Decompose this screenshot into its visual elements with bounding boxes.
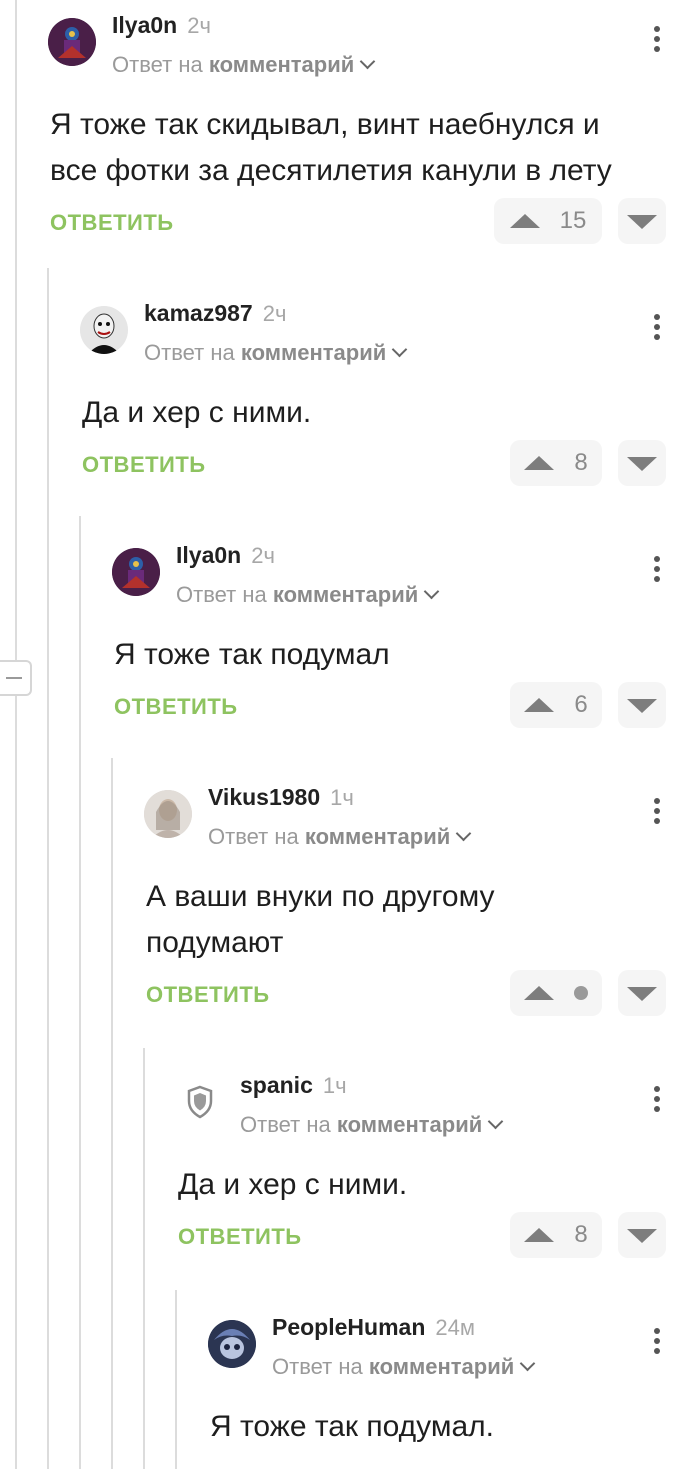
triangle-up-icon xyxy=(524,986,554,1000)
comment-text: Я тоже так подумал. xyxy=(210,1410,494,1443)
upvote-button[interactable]: 8 xyxy=(510,440,602,486)
comment-text: Я тоже так скидывал, винт наебнулся и вс… xyxy=(50,108,612,187)
reply-button[interactable]: ОТВЕТИТЬ xyxy=(82,452,206,478)
vote-count: 6 xyxy=(574,691,588,718)
reply-to-link[interactable]: Ответ на комментарий xyxy=(176,582,440,608)
vote-count: 15 xyxy=(559,207,587,234)
chevron-down-icon xyxy=(488,1113,504,1130)
chevron-down-icon xyxy=(456,825,472,842)
chevron-down-icon xyxy=(392,341,408,358)
comment-text: Да и хер с ними. xyxy=(82,396,312,429)
triangle-down-icon xyxy=(627,457,657,471)
reply-to-link[interactable]: Ответ на комментарий xyxy=(112,52,376,78)
thread-line xyxy=(175,1290,177,1469)
thread-line xyxy=(111,758,113,1469)
minus-icon xyxy=(6,677,22,679)
username[interactable]: kamaz987 2ч xyxy=(144,300,286,327)
comment-text: Я тоже так подумал xyxy=(114,638,390,671)
hidden-rating-dot xyxy=(574,986,588,1000)
avatar[interactable] xyxy=(112,548,160,596)
timestamp: 24м xyxy=(435,1315,475,1340)
reply-button[interactable]: ОТВЕТИТЬ xyxy=(178,1224,302,1250)
downvote-button[interactable] xyxy=(618,1212,666,1258)
username[interactable]: Ilya0n 2ч xyxy=(176,542,275,569)
more-options-icon[interactable] xyxy=(654,556,660,586)
reply-button[interactable]: ОТВЕТИТЬ xyxy=(146,982,270,1008)
avatar[interactable] xyxy=(48,18,96,66)
more-options-icon[interactable] xyxy=(654,26,660,56)
chevron-down-icon xyxy=(520,1355,536,1372)
more-options-icon[interactable] xyxy=(654,798,660,828)
upvote-button[interactable]: 8 xyxy=(510,1212,602,1258)
thread-line xyxy=(15,0,17,1469)
avatar[interactable] xyxy=(208,1320,256,1368)
avatar[interactable] xyxy=(144,790,192,838)
triangle-up-icon xyxy=(524,698,555,712)
avatar[interactable] xyxy=(176,1078,224,1126)
reply-button[interactable]: ОТВЕТИТЬ xyxy=(114,694,238,720)
reply-to-link[interactable]: Ответ на комментарий xyxy=(144,340,408,366)
triangle-up-icon xyxy=(524,456,555,470)
comment-text: Да и хер с ними. xyxy=(178,1168,408,1201)
triangle-up-icon xyxy=(524,1228,555,1242)
upvote-button[interactable] xyxy=(510,970,602,1016)
downvote-button[interactable] xyxy=(618,198,666,244)
chevron-down-icon xyxy=(360,53,376,70)
thread-line xyxy=(143,1048,145,1469)
thread-line xyxy=(79,516,81,1469)
avatar[interactable] xyxy=(80,306,128,354)
upvote-button[interactable]: 15 xyxy=(494,198,602,244)
collapse-thread-button[interactable] xyxy=(0,660,32,696)
timestamp: 2ч xyxy=(262,301,287,326)
reply-to-link[interactable]: Ответ на комментарий xyxy=(240,1112,504,1138)
reply-to-link[interactable]: Ответ на комментарий xyxy=(208,824,472,850)
triangle-down-icon xyxy=(627,987,657,1001)
timestamp: 2ч xyxy=(187,13,211,38)
downvote-button[interactable] xyxy=(618,970,666,1016)
timestamp: 1ч xyxy=(330,785,354,810)
vote-count: 8 xyxy=(574,1221,588,1248)
thread-line xyxy=(47,268,49,1469)
timestamp: 1ч xyxy=(322,1073,347,1098)
more-options-icon[interactable] xyxy=(654,314,660,344)
triangle-down-icon xyxy=(627,215,657,229)
reply-button[interactable]: ОТВЕТИТЬ xyxy=(50,210,174,236)
downvote-button[interactable] xyxy=(618,440,666,486)
upvote-button[interactable]: 6 xyxy=(510,682,602,728)
timestamp: 2ч xyxy=(251,543,275,568)
more-options-icon[interactable] xyxy=(654,1328,660,1358)
reply-to-link[interactable]: Ответ на комментарий xyxy=(272,1354,536,1380)
downvote-button[interactable] xyxy=(618,682,666,728)
username[interactable]: Ilya0n 2ч xyxy=(112,12,211,39)
triangle-up-icon xyxy=(509,214,540,228)
username[interactable]: spanic 1ч xyxy=(240,1072,347,1099)
chevron-down-icon xyxy=(424,583,440,600)
shield-icon xyxy=(187,1085,213,1119)
triangle-down-icon xyxy=(627,1229,657,1243)
vote-count: 8 xyxy=(574,449,588,476)
more-options-icon[interactable] xyxy=(654,1086,660,1116)
username[interactable]: Vikus1980 1ч xyxy=(208,784,354,811)
username[interactable]: PeopleHuman 24м xyxy=(272,1314,475,1341)
triangle-down-icon xyxy=(627,699,657,713)
comment-text: А ваши внуки по другому подумают xyxy=(146,880,495,959)
